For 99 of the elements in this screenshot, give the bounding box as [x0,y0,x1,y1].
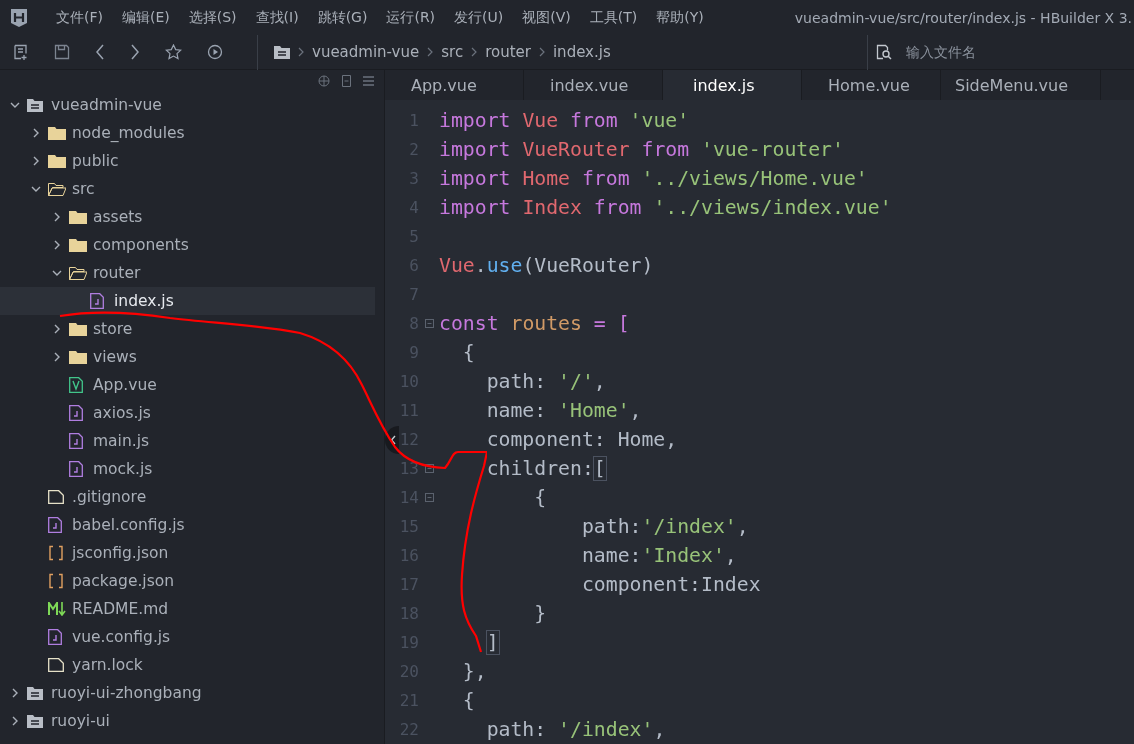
markdown-icon [48,602,66,616]
code-line: component: Home, [485,428,678,451]
tree-item[interactable]: components [0,231,375,259]
code-line: import Vue from 'vue' [439,109,690,132]
tree-item[interactable]: README.md [0,595,375,623]
tree-item[interactable]: router [0,259,375,287]
code-line: Vue.use(VueRouter) [439,254,654,277]
chevron-icon [427,47,434,57]
code-line: name: 'Home', [485,399,642,422]
tree-item[interactable]: .gitignore [0,483,375,511]
code-line: ] [485,631,499,654]
chevron-icon [298,47,304,57]
folder-icon [69,210,87,224]
breadcrumb-item[interactable]: vueadmin-vue [312,43,420,61]
code-line: children:[ [485,457,606,480]
project-icon [27,98,43,112]
project-icon [27,686,43,700]
menu-item[interactable]: 查找(I) [245,8,308,27]
folder-icon [48,182,66,196]
file-icon [48,658,64,672]
tree-item[interactable]: index.js [0,287,375,315]
tree-item[interactable]: public [0,147,375,175]
code-line: name:'Index', [580,544,737,567]
menu-item[interactable]: 帮助(Y) [646,8,713,27]
window-title: vueadmin-vue/src/router/index.js - HBuilder X 3. [794,9,1132,26]
tree-item[interactable]: vue.config.js [0,623,375,651]
tree-item[interactable]: ruoyi-ui [0,707,375,735]
code-line: path:'/index', [580,515,749,538]
breadcrumb-item[interactable]: index.js [552,43,611,61]
menu-item[interactable]: 发行(U) [444,8,513,27]
forward-icon[interactable] [130,44,140,60]
menu-item[interactable]: 文件(F) [46,8,112,27]
code-line: path: '/', [485,370,606,393]
code-line: path: '/index', [485,718,666,741]
folder-icon [48,154,66,168]
project-icon [274,45,290,59]
folder-icon [69,266,87,280]
code-line: const routes = [ [439,312,630,335]
code-line: } [533,602,547,625]
code-line: import VueRouter from 'vue-router' [439,138,844,161]
menu-item[interactable]: 选择(S) [178,8,246,27]
chevron-icon [538,47,545,57]
editor-tab[interactable]: index.js [663,70,802,100]
code-line: }, [461,660,487,683]
js-file-icon [90,293,104,309]
folder-icon [69,350,87,364]
brackets-icon [48,545,64,561]
js-file-icon [69,405,83,421]
folder-icon [69,322,87,336]
tree-item[interactable]: src [0,175,375,203]
tree-item[interactable]: package.json [0,567,375,595]
tree-item[interactable]: ruoyi-ui-zhongbang [0,679,375,707]
file-icon [48,490,64,504]
code-line: import Index from '../views/index.vue' [439,196,892,219]
code-line: { [461,341,475,364]
menu-item[interactable]: 视图(V) [512,8,580,27]
save-icon[interactable] [54,44,70,60]
tree-item[interactable]: yarn.lock [0,651,375,679]
code-line: import Home from '../views/Home.vue' [439,167,868,190]
js-file-icon [48,517,62,533]
tree-item[interactable]: jsconfig.json [0,539,375,567]
logo-icon [10,7,28,28]
collapse-handle-icon[interactable] [385,426,399,454]
js-file-icon [69,461,83,477]
js-file-icon [69,433,83,449]
folder-icon [48,126,66,140]
tree-item[interactable]: views [0,343,375,371]
vue-file-icon [69,377,83,393]
run-icon[interactable] [207,44,223,60]
tree-item[interactable]: main.js [0,427,375,455]
menu-item[interactable]: 编辑(E) [112,8,179,27]
tree-item[interactable]: node_modules [0,119,375,147]
brackets-icon [48,573,64,589]
new-file-icon[interactable] [13,44,29,60]
tree-item[interactable]: App.vue [0,371,375,399]
js-file-icon [48,629,62,645]
code-line: component:Index [580,573,761,596]
tree-item[interactable]: axios.js [0,399,375,427]
search-icon [876,44,892,60]
tree-item[interactable]: mock.js [0,455,375,483]
tree-item[interactable]: babel.config.js [0,511,375,539]
folder-icon [69,238,87,252]
tree-item[interactable]: assets [0,203,375,231]
code-line: { [533,486,547,509]
breadcrumb-item[interactable]: src [441,43,464,61]
menu-item[interactable]: 运行(R) [376,8,445,27]
back-icon[interactable] [95,44,105,60]
chevron-icon [471,47,478,57]
tree-item[interactable]: vueadmin-vue [0,91,375,119]
file-search-field[interactable]: 输入文件名 [904,43,1068,61]
breadcrumb-item[interactable]: router [485,43,531,61]
menu-item[interactable]: 跳转(G) [307,8,377,27]
menu-item[interactable]: 工具(T) [579,8,647,27]
star-icon[interactable] [165,44,182,60]
tree-item[interactable]: store [0,315,375,343]
locate-icon[interactable] [318,74,330,87]
code-line: { [461,689,475,712]
project-icon [27,714,43,728]
collapse-all-icon[interactable] [341,74,352,87]
